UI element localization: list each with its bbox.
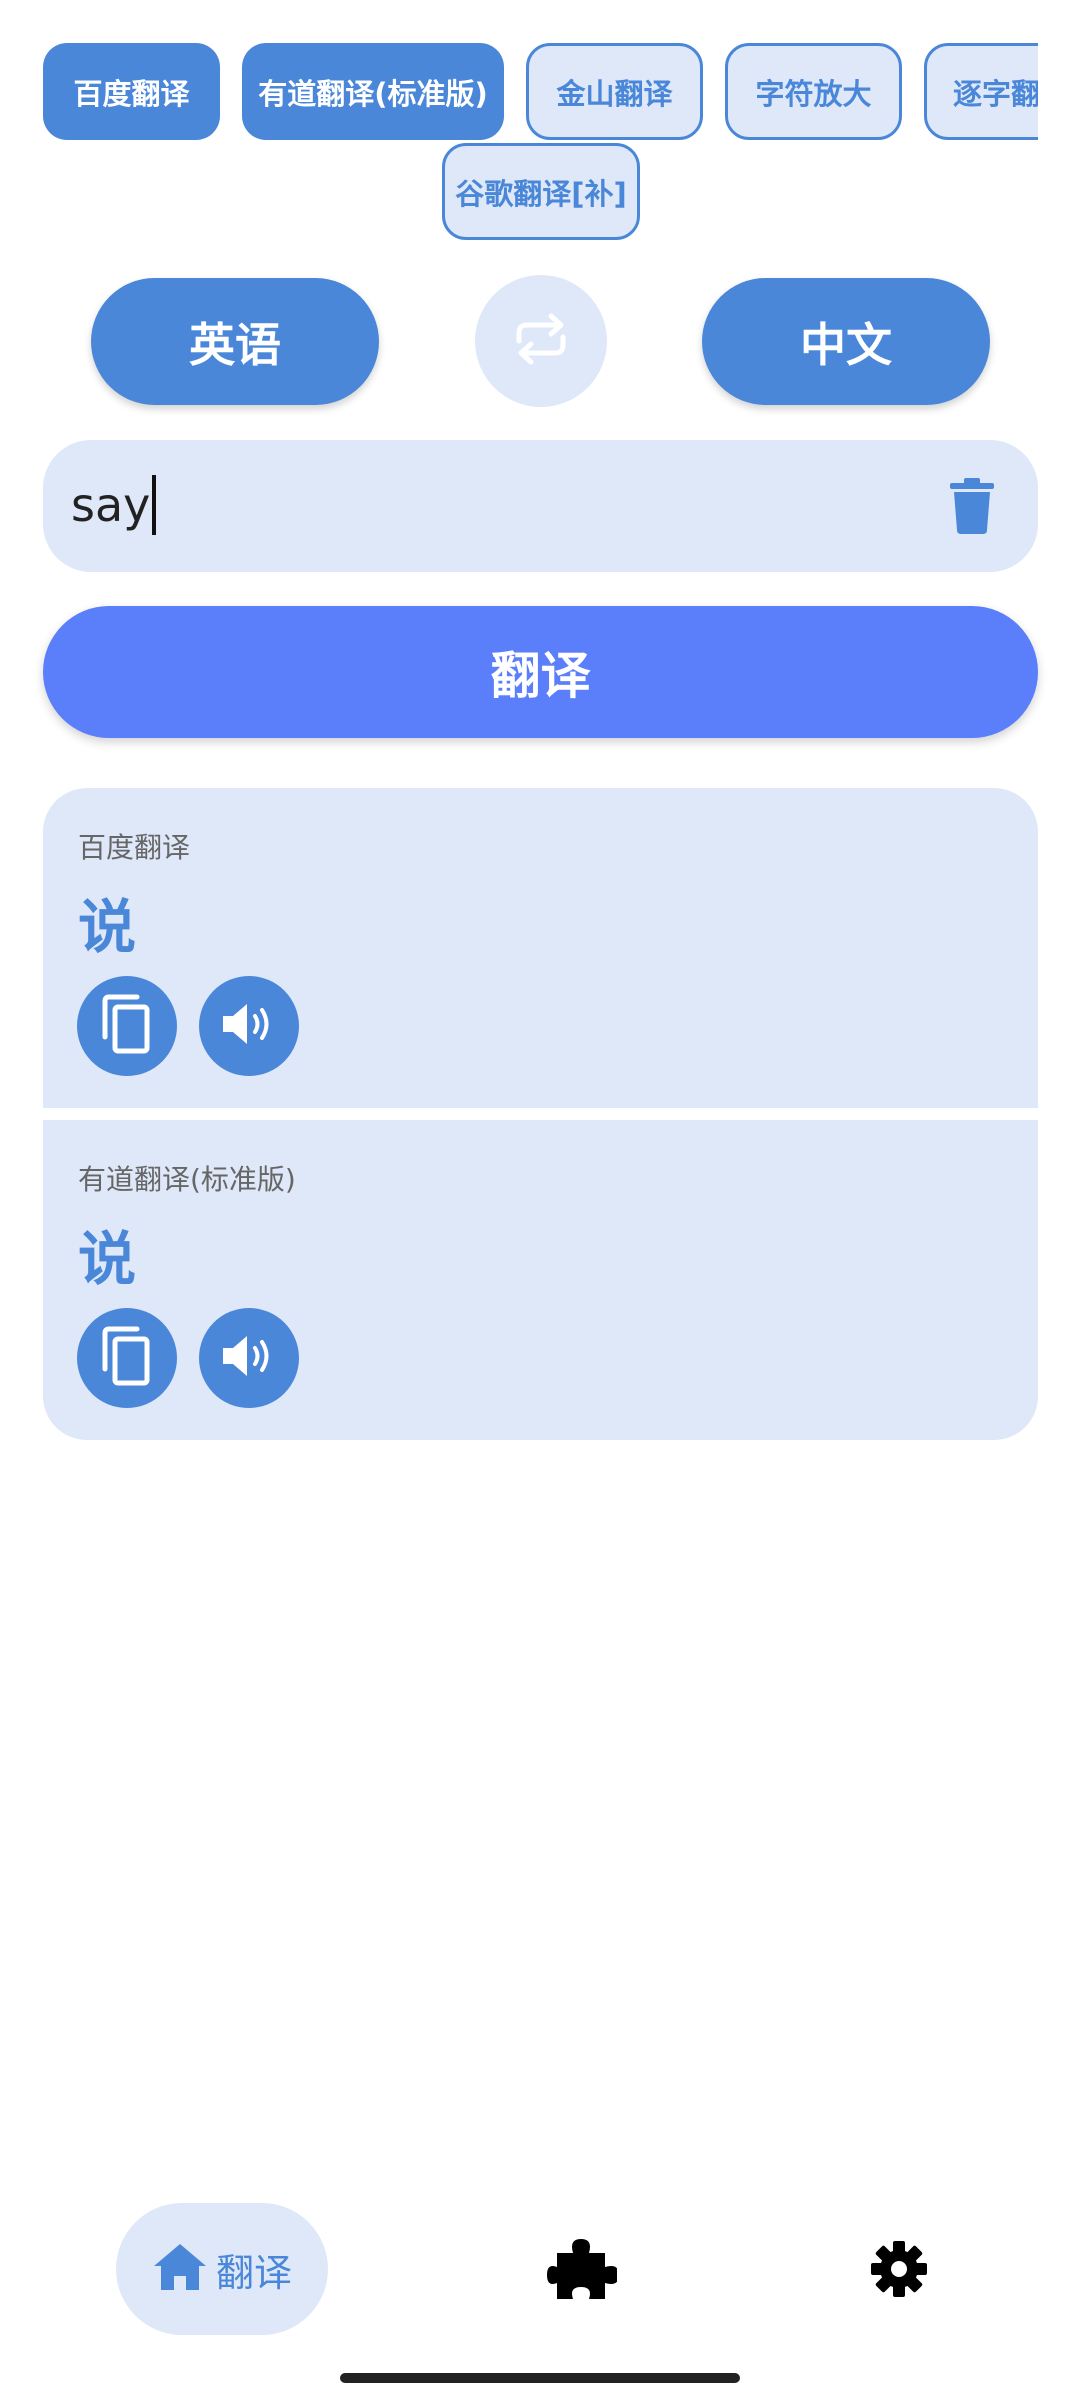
source-text-value[interactable]: say	[71, 470, 157, 540]
result-text[interactable]: 说	[78, 1212, 136, 1296]
engine-chip-list: 百度翻译 有道翻译(标准版) 金山翻译 字符放大 逐字翻 谷歌翻译[补]	[43, 43, 1038, 243]
engine-chip-jinshan[interactable]: 金山翻译	[526, 43, 703, 140]
speak-button[interactable]	[199, 976, 299, 1076]
swap-language-button[interactable]	[475, 275, 607, 407]
target-language-button[interactable]: 中文	[702, 278, 990, 405]
result-card-baidu: 百度翻译 说	[43, 788, 1038, 1108]
nav-settings-tab[interactable]	[870, 2240, 928, 2302]
source-text-input[interactable]: say	[43, 440, 1038, 572]
engine-chip-baidu[interactable]: 百度翻译	[43, 43, 220, 140]
engine-chip-google[interactable]: 谷歌翻译[补]	[442, 143, 640, 240]
home-indicator-bar[interactable]	[340, 2373, 740, 2383]
gear-icon	[870, 2241, 928, 2302]
text-caret	[152, 475, 157, 535]
result-engine-name: 百度翻译	[78, 831, 191, 864]
nav-translate-tab[interactable]: 翻译	[116, 2203, 328, 2335]
copy-icon	[97, 1325, 157, 1391]
source-language-button[interactable]: 英语	[91, 278, 379, 405]
copy-button[interactable]	[77, 976, 177, 1076]
nav-plugins-tab[interactable]	[547, 2235, 619, 2307]
nav-translate-label: 翻译	[215, 2250, 292, 2295]
result-text[interactable]: 说	[78, 880, 136, 964]
home-icon	[152, 2242, 208, 2296]
trash-icon	[950, 478, 994, 538]
result-card-youdao: 有道翻译(标准版) 说	[43, 1120, 1038, 1440]
swap-icon	[505, 303, 577, 379]
input-value: say	[71, 478, 151, 532]
engine-chip-word-by-word[interactable]: 逐字翻	[924, 43, 1038, 140]
speaker-icon	[219, 1330, 279, 1386]
puzzle-icon	[547, 2239, 619, 2307]
speaker-icon	[219, 998, 279, 1054]
copy-icon	[97, 993, 157, 1059]
copy-button[interactable]	[77, 1308, 177, 1408]
result-engine-name: 有道翻译(标准版)	[78, 1163, 296, 1196]
speak-button[interactable]	[199, 1308, 299, 1408]
engine-chip-youdao[interactable]: 有道翻译(标准版)	[242, 43, 504, 140]
translate-button[interactable]: 翻译	[43, 606, 1038, 738]
clear-input-button[interactable]	[950, 478, 994, 538]
engine-chip-char-zoom[interactable]: 字符放大	[725, 43, 902, 140]
